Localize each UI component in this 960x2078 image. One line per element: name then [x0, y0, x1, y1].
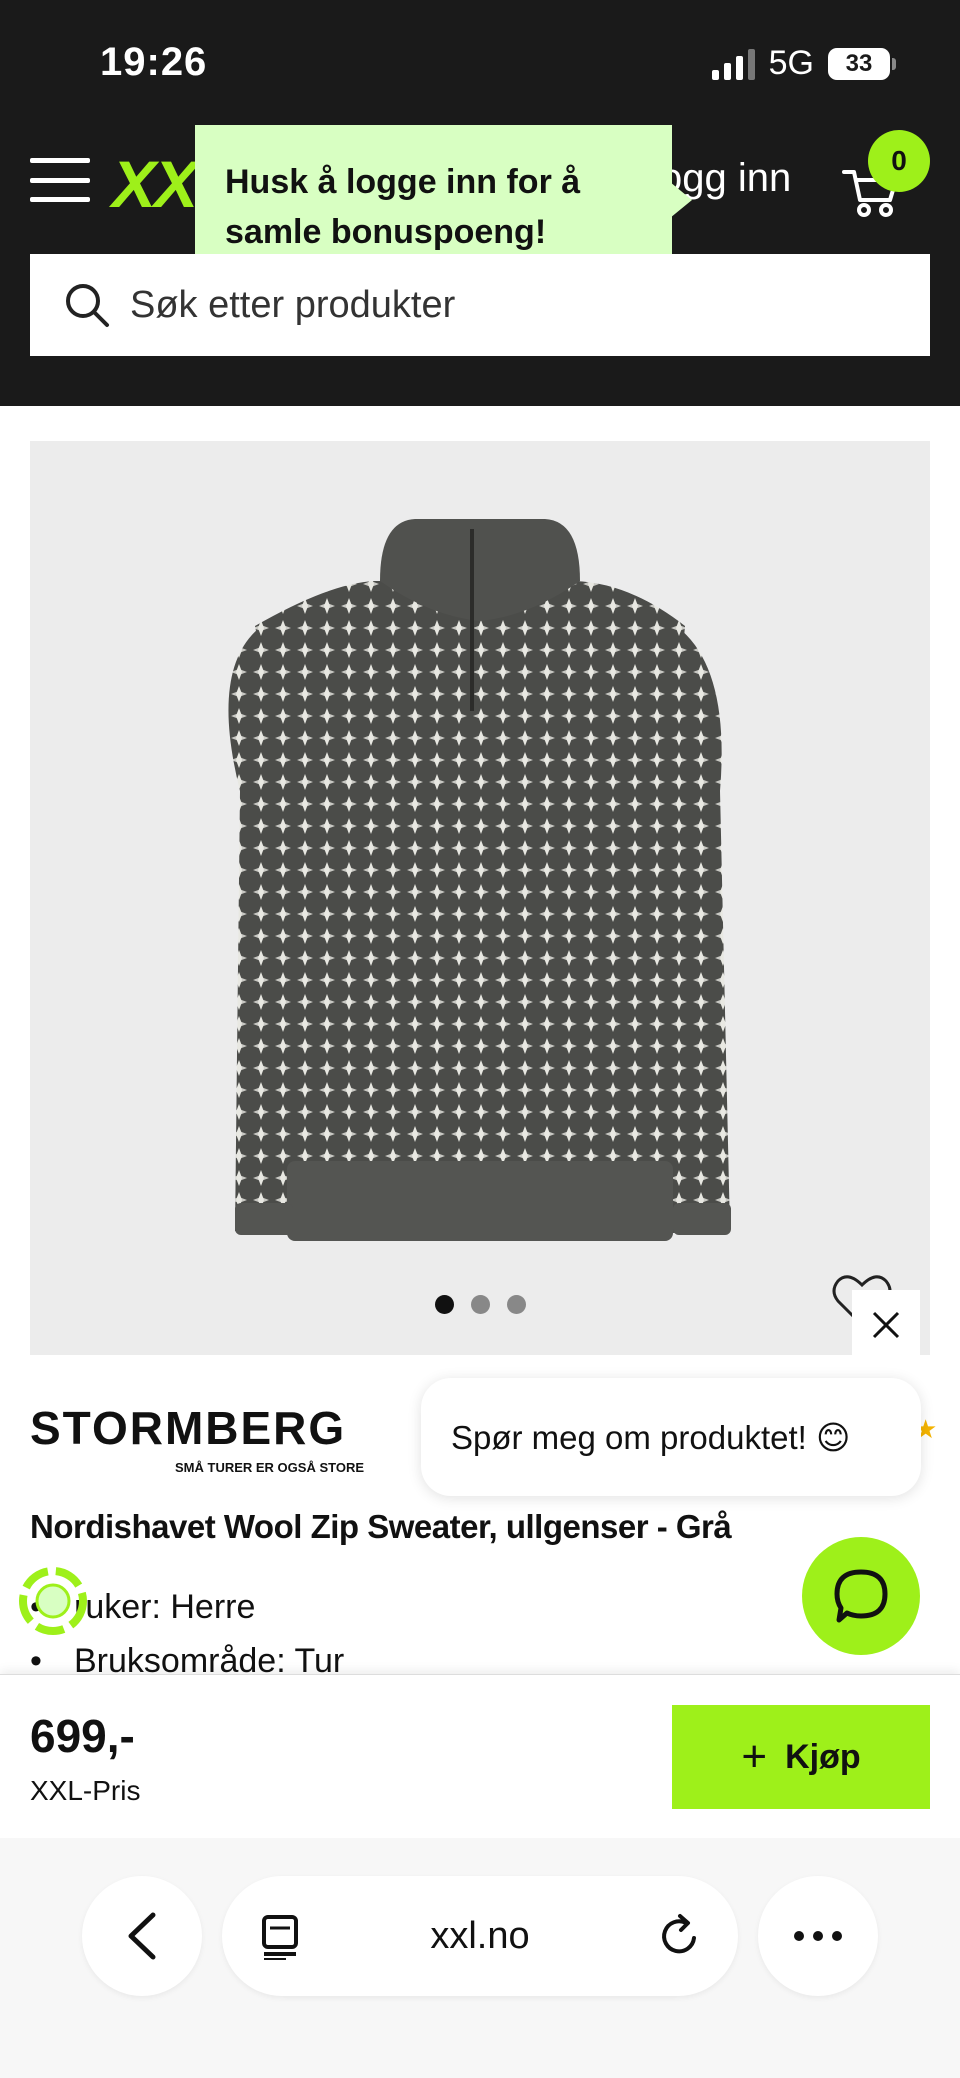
product-price: 699,-	[30, 1710, 135, 1762]
close-icon	[872, 1311, 900, 1339]
product-image-gallery[interactable]	[30, 441, 930, 1355]
buy-button[interactable]: + Kjøp	[672, 1705, 930, 1809]
cart-count-badge[interactable]: 0	[868, 130, 930, 192]
close-chat-prompt-button[interactable]	[852, 1290, 920, 1360]
site-header: XXL ogg inn 0 Husk å logge inn for å sam…	[0, 120, 960, 406]
chat-button[interactable]	[802, 1537, 920, 1655]
svg-text:SMÅ TURER ER OGSÅ STORE: SMÅ TURER ER OGSÅ STORE	[175, 1460, 364, 1475]
buy-bar: 699,- XXL-Pris + Kjøp	[0, 1674, 960, 1838]
chevron-left-icon	[128, 1912, 156, 1960]
reload-icon[interactable]	[656, 1912, 704, 1960]
tooltip-arrow	[670, 182, 692, 218]
more-dots-icon	[794, 1931, 804, 1941]
battery-icon: 33	[828, 47, 896, 80]
brand-logo[interactable]: STORMBERG SMÅ TURER ER OGSÅ STORE	[30, 1400, 370, 1480]
more-options-button[interactable]	[758, 1876, 878, 1996]
price-label: XXL-Pris	[30, 1775, 141, 1806]
svg-text:STORMBERG: STORMBERG	[30, 1402, 346, 1454]
browser-toolbar: xxl.no	[0, 1838, 960, 2078]
chat-prompt-bubble[interactable]: Spør meg om produktet! 😊	[421, 1378, 921, 1496]
status-time: 19:26	[100, 40, 208, 84]
recycle-icon[interactable]	[18, 1566, 88, 1636]
status-indicators: 5G 33	[711, 44, 896, 83]
battery-level: 33	[828, 47, 890, 80]
status-bar: 19:26 5G 33	[0, 0, 960, 120]
carousel-dots[interactable]	[30, 1295, 930, 1314]
signal-icon	[711, 48, 755, 80]
back-button[interactable]	[82, 1876, 202, 1996]
network-type: 5G	[768, 44, 814, 82]
carousel-dot[interactable]	[434, 1295, 454, 1314]
search-icon	[66, 284, 109, 327]
search-input[interactable]	[130, 283, 890, 327]
carousel-dot[interactable]	[506, 1295, 526, 1314]
stormberg-logo: STORMBERG SMÅ TURER ER OGSÅ STORE	[30, 1402, 364, 1475]
search-bar[interactable]	[30, 254, 930, 356]
plus-icon: +	[741, 1732, 768, 1781]
product-image	[228, 519, 731, 1241]
address-bar[interactable]: xxl.no	[222, 1876, 738, 1996]
product-title: Nordishavet Wool Zip Sweater, ullgenser …	[30, 1508, 732, 1545]
carousel-dot[interactable]	[470, 1295, 490, 1314]
hamburger-menu-icon[interactable]	[30, 158, 90, 202]
buy-button-label: Kjøp	[785, 1737, 861, 1776]
chat-icon	[834, 1569, 888, 1623]
